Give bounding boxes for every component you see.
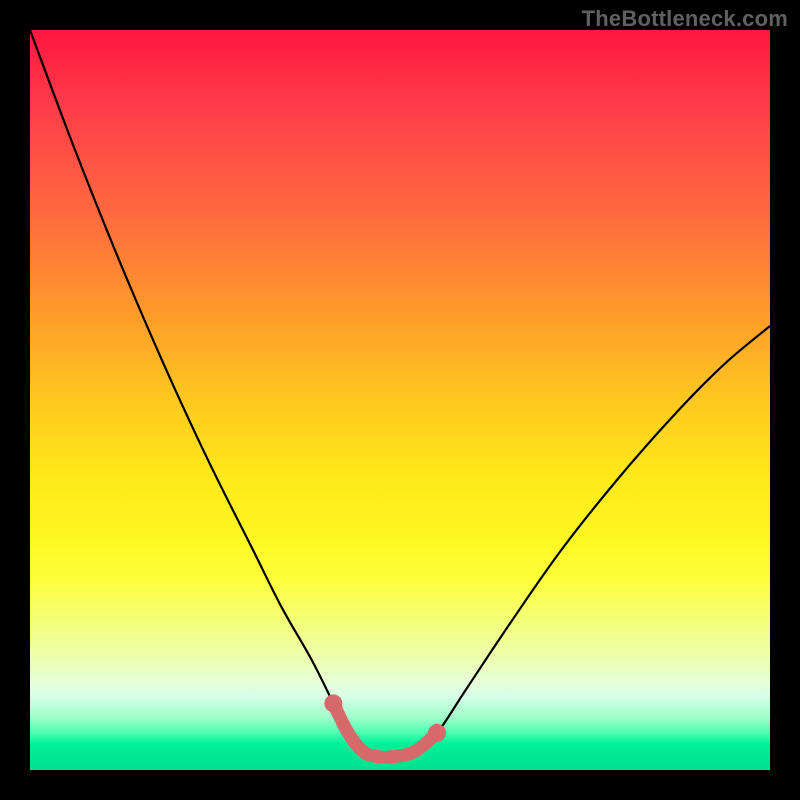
plot-svg [30, 30, 770, 770]
bump-end-dot [428, 724, 446, 742]
bump-end-dot [324, 694, 342, 712]
bump-overlay [333, 703, 437, 757]
chart-frame: TheBottleneck.com [0, 0, 800, 800]
plot-area [30, 30, 770, 770]
watermark-text: TheBottleneck.com [582, 6, 788, 32]
bottleneck-curve [30, 30, 770, 757]
